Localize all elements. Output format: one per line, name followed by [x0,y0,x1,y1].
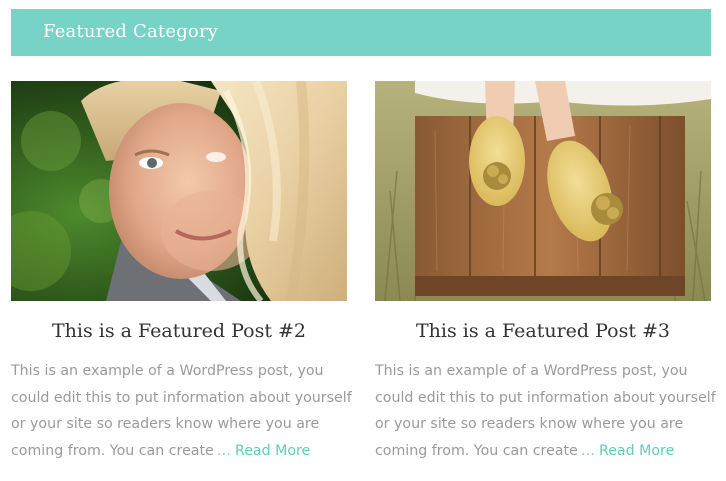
post-title-link[interactable]: This is a Featured Post #2 [11,320,347,342]
excerpt-line: This is an example of a WordPress post, … [375,363,688,379]
excerpt-line: could edit this to put information about… [375,389,716,406]
excerpt-line: could edit this to put information about… [11,389,352,406]
section-title: Featured Category [43,21,219,42]
ellipsis: … [216,443,231,460]
read-more-link[interactable]: Read More [599,443,674,459]
excerpt-line: or your site so readers know where you a… [11,416,320,433]
ellipsis: … [580,443,595,460]
featured-post-card: This is a Featured Post #2 This is an ex… [11,81,352,459]
post-excerpt: This is an example of a WordPress post, … [11,358,352,465]
excerpt-line-last: coming from. You can create… Read More [375,438,715,465]
post-title-link[interactable]: This is a Featured Post #3 [375,320,711,342]
excerpt-line: or your site so readers know where you a… [375,416,684,433]
excerpt-text: coming from. You can create [375,443,578,460]
post-excerpt: This is an example of a WordPress post, … [375,358,716,465]
post-thumbnail-image[interactable] [375,81,711,301]
read-more-link[interactable]: Read More [235,443,310,459]
excerpt-line: This is an example of a WordPress post, … [11,363,324,379]
excerpt-text: coming from. You can create [11,443,214,460]
featured-post-card: This is a Featured Post #3 This is an ex… [375,81,716,459]
excerpt-line-last: coming from. You can create… Read More [11,438,351,465]
featured-category-header: Featured Category [11,9,711,56]
post-thumbnail-image[interactable] [11,81,347,301]
